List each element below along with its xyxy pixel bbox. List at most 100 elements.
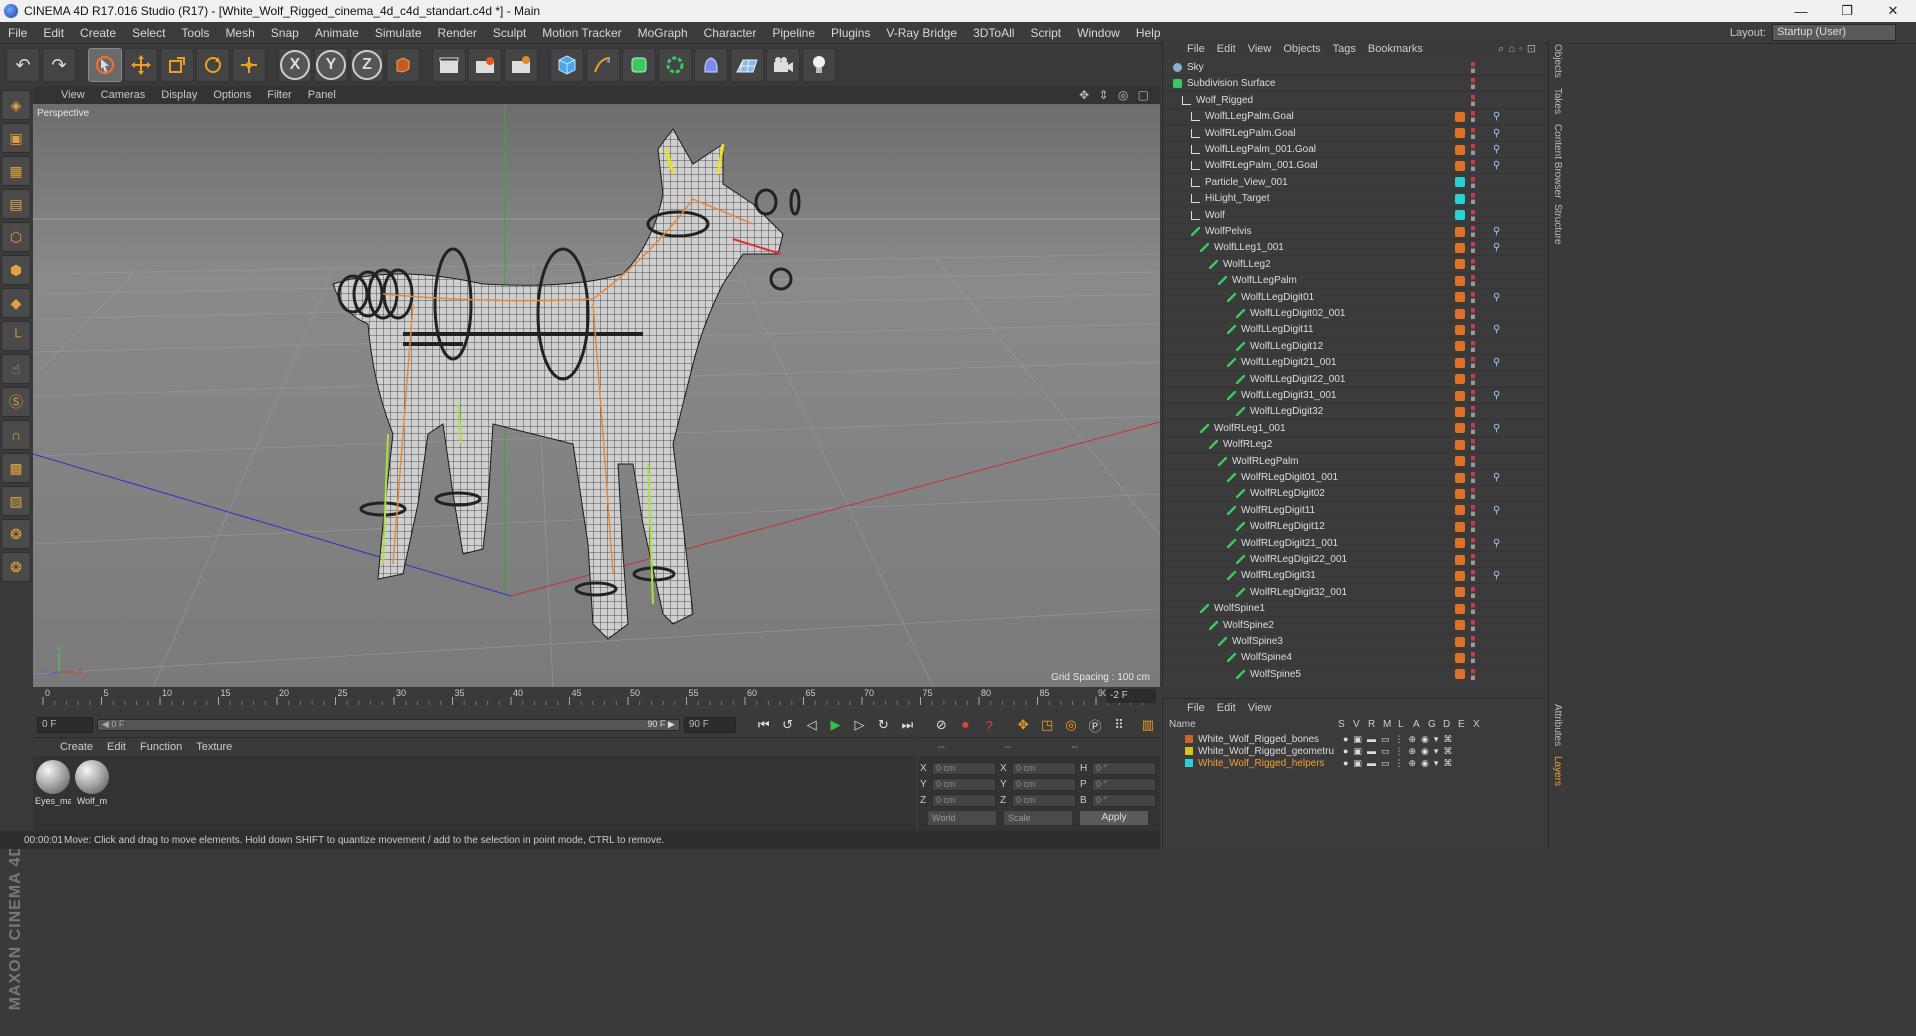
object-row[interactable]: WolfRLegDigit32_001 — [1163, 585, 1545, 601]
ik-tag-icon[interactable]: ⚲ — [1493, 505, 1500, 516]
python-script-2-button[interactable]: ❂ — [1, 552, 31, 582]
layer-color-swatch[interactable] — [1185, 759, 1193, 767]
visibility-dots-icon[interactable] — [1471, 226, 1475, 237]
object-row[interactable]: WolfSpine4 — [1163, 650, 1545, 667]
viewport-menu-options[interactable]: Options — [205, 89, 259, 101]
go-to-previous-key-button[interactable]: ↺ — [777, 715, 799, 735]
layer-color-tag[interactable] — [1455, 390, 1465, 401]
enable-snap-button[interactable]: ∩ — [1, 420, 31, 450]
visibility-dots-icon[interactable] — [1471, 275, 1475, 287]
tab-structure[interactable]: Structure — [1552, 204, 1563, 245]
layer-color-tag[interactable] — [1455, 488, 1465, 499]
transform-tool-button[interactable] — [232, 48, 266, 82]
close-button[interactable]: ✕ — [1870, 0, 1916, 22]
end-frame-field[interactable]: 90 F — [683, 717, 736, 733]
object-name[interactable]: Sky — [1187, 62, 1204, 73]
start-frame-field[interactable]: 0 F — [37, 717, 93, 733]
object-name[interactable]: WolfLLegDigit02_001 — [1250, 308, 1345, 319]
visibility-dots-icon[interactable] — [1471, 176, 1475, 188]
rot-p-field[interactable]: 0 ° — [1092, 778, 1156, 791]
visibility-dots-icon[interactable] — [1471, 324, 1475, 336]
visibility-dots-icon[interactable] — [1471, 406, 1475, 418]
object-name[interactable]: WolfRLegDigit22_001 — [1250, 554, 1347, 565]
tweak-mode-button[interactable]: ☝ — [1, 354, 31, 384]
polygons-mode-button[interactable]: ◆ — [1, 288, 31, 318]
object-name[interactable]: WolfRLegPalm_001.Goal — [1205, 160, 1318, 171]
ik-tag-icon[interactable]: ⚲ — [1493, 390, 1500, 401]
layer-color-tag[interactable] — [1455, 242, 1465, 253]
light-button[interactable] — [802, 48, 836, 82]
object-row[interactable]: WolfLLegDigit01 ⚲ — [1163, 290, 1545, 306]
layer-color-tag[interactable] — [1455, 406, 1465, 417]
layer-color-tag[interactable] — [1455, 554, 1465, 565]
menu-plugins[interactable]: Plugins — [823, 22, 878, 44]
object-name[interactable]: Wolf — [1205, 210, 1225, 221]
object-row[interactable]: Wolf_Rigged — [1163, 93, 1545, 109]
size-y-field[interactable]: 0 cm — [1012, 778, 1076, 791]
visibility-dots-icon[interactable] — [1471, 504, 1475, 516]
menu-motion-tracker[interactable]: Motion Tracker — [534, 22, 629, 44]
workplane-mode-button[interactable]: ▤ — [1, 189, 31, 219]
object-name[interactable]: Wolf_Rigged — [1196, 95, 1253, 106]
menu-mograph[interactable]: MoGraph — [630, 22, 696, 44]
visibility-dots-icon[interactable] — [1471, 62, 1475, 73]
ik-tag-icon[interactable]: ⚲ — [1493, 538, 1500, 549]
visibility-dots-icon[interactable] — [1471, 78, 1475, 90]
menu-animate[interactable]: Animate — [307, 22, 367, 44]
ik-tag-icon[interactable]: ⚲ — [1493, 226, 1500, 237]
object-name[interactable]: WolfLLegDigit01 — [1241, 292, 1314, 303]
layer-color-tag[interactable] — [1455, 111, 1465, 122]
undo-button[interactable]: ↶ — [6, 48, 40, 82]
material-swatch-eyes[interactable]: Eyes_ma — [35, 760, 71, 806]
object-name[interactable]: WolfSpine5 — [1250, 669, 1301, 680]
layer-color-tag[interactable] — [1455, 341, 1465, 352]
menu-vray-bridge[interactable]: V-Ray Bridge — [878, 22, 965, 44]
layer-color-tag[interactable] — [1455, 160, 1465, 171]
ik-tag-icon[interactable]: ⚲ — [1493, 242, 1500, 253]
key-position-button[interactable]: ✥ — [1012, 715, 1034, 735]
menu-window[interactable]: Window — [1069, 22, 1128, 44]
layer-name[interactable]: White_Wolf_Rigged_bones — [1198, 734, 1319, 745]
object-name[interactable]: WolfLLegPalm — [1232, 275, 1297, 286]
scale-tool-button[interactable] — [160, 48, 194, 82]
object-row[interactable]: WolfLLegDigit32 — [1163, 404, 1545, 421]
object-row[interactable]: WolfRLegDigit22_001 — [1163, 552, 1545, 568]
layer-color-tag[interactable] — [1455, 259, 1465, 270]
visibility-dots-icon[interactable] — [1471, 570, 1475, 582]
layer-color-tag[interactable] — [1455, 374, 1465, 385]
object-row[interactable]: WolfRLegDigit12 — [1163, 519, 1545, 536]
object-row[interactable]: WolfPelvis ⚲ — [1163, 224, 1545, 240]
visibility-dots-icon[interactable] — [1471, 357, 1475, 369]
layer-color-tag[interactable] — [1455, 357, 1465, 368]
visibility-dots-icon[interactable] — [1471, 111, 1475, 123]
viewport-perspective[interactable]: View Cameras Display Options Filter Pane… — [33, 86, 1160, 687]
pos-y-field[interactable]: 0 cm — [932, 778, 996, 791]
menu-simulate[interactable]: Simulate — [367, 22, 430, 44]
z-axis-button[interactable]: Z — [350, 48, 384, 82]
layer-color-tag[interactable] — [1455, 570, 1465, 581]
camera-button[interactable] — [766, 48, 800, 82]
object-row[interactable]: WolfRLegPalm_001.Goal ⚲ — [1163, 158, 1545, 175]
layer-color-tag[interactable] — [1455, 308, 1465, 319]
object-name[interactable]: WolfRLegPalm.Goal — [1205, 128, 1295, 139]
layer-color-tag[interactable] — [1455, 603, 1465, 614]
om-menu-view[interactable]: View — [1242, 43, 1278, 55]
size-z-field[interactable]: 0 cm — [1012, 794, 1076, 807]
coordinate-system-button[interactable] — [386, 48, 420, 82]
menu-tools[interactable]: Tools — [173, 22, 217, 44]
rot-h-field[interactable]: 0 ° — [1092, 762, 1156, 775]
layout-dropdown[interactable]: Startup (User) — [1772, 24, 1896, 41]
object-row[interactable]: Subdivision Surface — [1163, 76, 1545, 93]
material-swatch-wolf[interactable]: Wolf_m — [74, 760, 110, 806]
object-name[interactable]: WolfLLeg1_001 — [1214, 242, 1284, 253]
object-list[interactable]: Sky Subdivision Surface Wolf_Rigged WolfLLe… — [1163, 60, 1545, 680]
autokeying-button[interactable]: ? — [978, 715, 1000, 735]
viewport-navigation-icons[interactable]: ✥ ⇕ ◎ ▢ — [1079, 88, 1152, 102]
ik-tag-icon[interactable]: ⚲ — [1493, 324, 1500, 335]
layer-color-tag[interactable] — [1455, 292, 1465, 303]
texture-mode-button[interactable]: ▦ — [1, 156, 31, 186]
key-scale-button[interactable]: ◳ — [1036, 715, 1058, 735]
object-row[interactable]: WolfLLeg2 — [1163, 257, 1545, 273]
object-row[interactable]: WolfLLeg1_001 ⚲ — [1163, 240, 1545, 257]
object-row[interactable]: WolfRLegDigit31 ⚲ — [1163, 568, 1545, 585]
